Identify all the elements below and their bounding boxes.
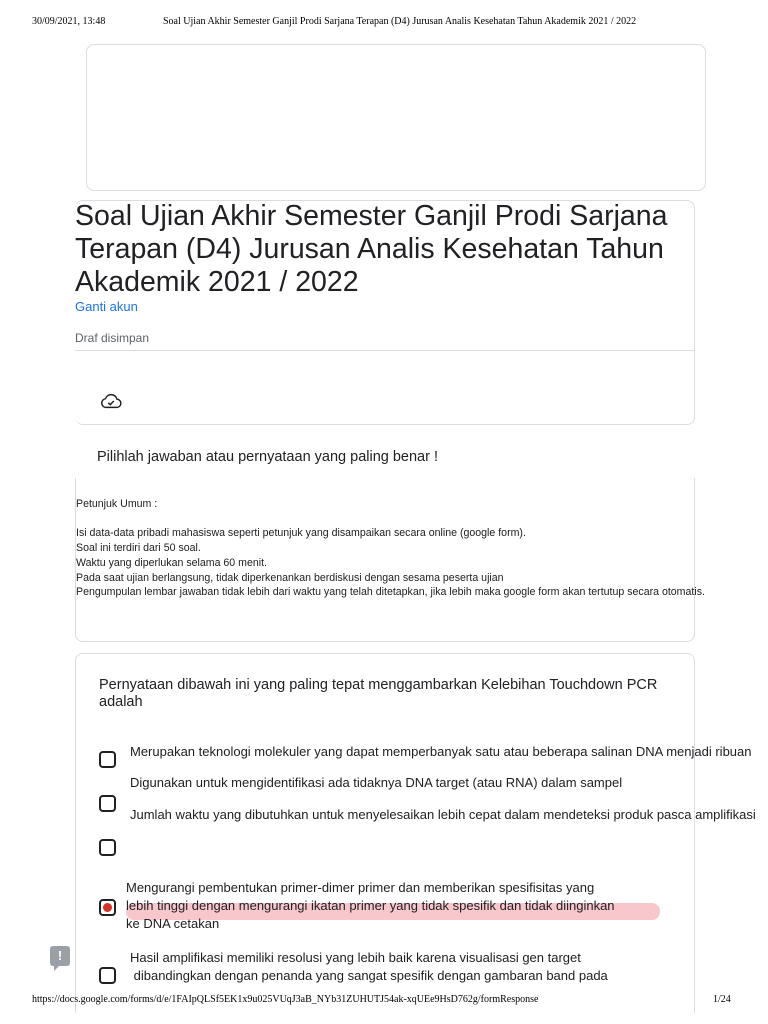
report-problem-icon[interactable]: ! — [50, 946, 70, 971]
option-label-6: Hasil amplifikasi memiliki resolusi yang… — [130, 950, 608, 983]
instruction-line — [76, 512, 768, 527]
option-checkbox-1[interactable] — [99, 751, 116, 768]
print-url: https://docs.google.com/forms/d/e/1FAIpQ… — [32, 994, 539, 1005]
print-header: 30/09/2021, 13:48 Soal Ujian Akhir Semes… — [0, 16, 768, 30]
option-checkbox-3[interactable] — [99, 839, 116, 856]
title-card-border — [75, 200, 695, 425]
instruction-line: Pengumpulan lembar jawaban tidak lebih d… — [76, 586, 705, 599]
instruction-line: Isi data-data pribadi mahasiswa seperti … — [76, 527, 526, 540]
instructions-card: Petunjuk Umum : Isi data-data pribadi ma… — [75, 478, 705, 642]
instructions-text: Petunjuk Umum : Isi data-data pribadi ma… — [76, 497, 768, 600]
option-checkbox-4-selected[interactable] — [99, 899, 116, 916]
instruction-line: Petunjuk Umum : — [76, 498, 158, 510]
section-description: Pilihlah jawaban atau pernyataan yang pa… — [97, 449, 438, 465]
instruction-line: Soal ini terdiri dari 50 soal. — [76, 542, 201, 555]
option-checkbox-5[interactable] — [99, 967, 116, 984]
option-label-5: Mengurangi pembentukan primer-dimer prim… — [126, 880, 615, 931]
print-title: Soal Ujian Akhir Semester Ganjil Prodi S… — [163, 16, 637, 27]
instruction-line: Waktu yang diperlukan selama 60 menit. — [76, 556, 267, 569]
print-date: 30/09/2021, 13:48 — [32, 16, 106, 27]
option-label-2: Digunakan untuk mengidentifikasi ada tid… — [130, 775, 623, 790]
header-banner — [86, 44, 706, 191]
option-label-1: Merupakan teknologi molekuler yang dapat… — [130, 744, 752, 759]
option-checkbox-2[interactable] — [99, 795, 116, 812]
print-footer: https://docs.google.com/forms/d/e/1FAIpQ… — [0, 994, 768, 1008]
print-page-number: 1/24 — [713, 994, 731, 1005]
option-label-3: Jumlah waktu yang dibutuhkan untuk menye… — [130, 807, 756, 822]
question-text: Pernyataan dibawah ini yang paling tepat… — [99, 677, 658, 710]
instruction-line: Pada saat ujian berlangsung, tidak diper… — [76, 571, 504, 584]
